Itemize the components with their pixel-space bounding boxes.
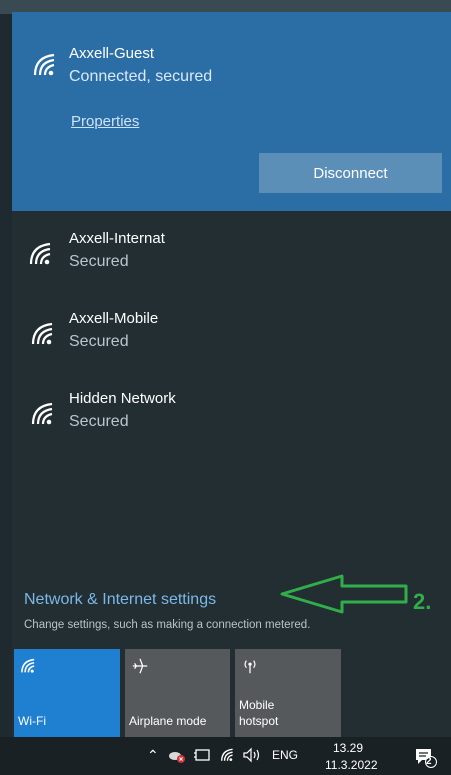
connected-network-name: Axxell-Guest	[69, 45, 155, 62]
chevron-up-icon[interactable]: ⌃	[147, 747, 159, 764]
wifi-toggle-tile[interactable]: Wi-Fi	[14, 649, 120, 737]
tile-label-line: Mobile	[239, 698, 275, 712]
network-item-axxell-internat[interactable]: Axxell-Internat Secured	[12, 222, 451, 292]
disconnect-button[interactable]: Disconnect	[259, 153, 442, 193]
network-internet-settings-link[interactable]: Network & Internet settings	[24, 591, 216, 609]
tile-label: Mobile hotspot	[239, 697, 278, 729]
notification-icon[interactable]	[413, 745, 437, 769]
network-name: Axxell-Mobile	[69, 310, 159, 327]
speaker-icon[interactable]	[242, 747, 262, 763]
annotation-step-number: 2.	[413, 589, 432, 614]
mobile-hotspot-tile[interactable]: Mobile hotspot	[235, 649, 341, 737]
network-name: Hidden Network	[69, 390, 176, 407]
network-flyout: Axxell-Guest Connected, secured Properti…	[12, 12, 451, 737]
language-indicator[interactable]: ENG	[272, 748, 298, 762]
hotspot-icon	[244, 660, 256, 674]
wifi-icon[interactable]	[220, 747, 236, 763]
wifi-icon	[21, 658, 35, 673]
tile-label-line: hotspot	[239, 714, 279, 728]
properties-link[interactable]: Properties	[71, 113, 139, 130]
network-name: Axxell-Internat	[69, 230, 165, 247]
tile-label: Airplane mode	[129, 714, 207, 728]
notification-count-badge: 2	[426, 756, 432, 767]
wifi-icon	[31, 322, 53, 345]
clock-time[interactable]: 13.29	[333, 741, 363, 755]
clock-date[interactable]: 11.3.2022	[325, 758, 378, 772]
network-item-hidden-network[interactable]: Hidden Network Secured	[12, 382, 451, 452]
network-status: Secured	[69, 253, 129, 270]
network-status: Secured	[69, 333, 129, 350]
taskbar: ⌃ ENG 2	[0, 737, 451, 775]
wifi-icon	[33, 53, 55, 76]
settings-description: Change settings, such as making a connec…	[24, 619, 311, 631]
network-item-axxell-mobile[interactable]: Axxell-Mobile Secured	[12, 302, 451, 372]
connected-network-panel[interactable]: Axxell-Guest Connected, secured Properti…	[12, 12, 451, 211]
tile-label: Wi-Fi	[18, 714, 46, 728]
network-status: Secured	[69, 413, 129, 430]
wifi-icon	[29, 242, 51, 265]
battery-icon[interactable]	[193, 748, 211, 762]
connected-network-status: Connected, secured	[69, 68, 213, 85]
wifi-icon	[31, 402, 53, 425]
airplane-mode-tile[interactable]: Airplane mode	[125, 649, 230, 737]
airplane-icon	[132, 658, 148, 674]
cloud-error-icon[interactable]	[168, 748, 186, 764]
